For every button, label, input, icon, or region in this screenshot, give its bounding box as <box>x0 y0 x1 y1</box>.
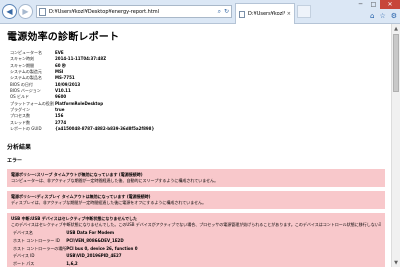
browser-tab[interactable]: D:¥Users¥kozl¥Deskto... × <box>235 3 295 24</box>
scroll-down-icon[interactable]: ▼ <box>392 258 400 267</box>
maximize-button[interactable]: □ <box>367 0 380 9</box>
error-description: このデバイスはセレクティブ中断状態になりませんでした。このUSB デバイスがアク… <box>11 222 381 228</box>
address-tools: ⌕ ↻ <box>218 8 229 16</box>
usb-device-row-value: PCI\VEN_8086&DEV_1E2D <box>66 238 124 244</box>
usb-device-row-key: ポート パス <box>13 260 35 266</box>
address-text[interactable]: D:¥Users¥kozl¥Desktop¥energy-report.html <box>49 9 159 15</box>
page-icon <box>39 7 46 16</box>
error-description: ディスプレイは、非アクティブな期間が一定時間経過した後に電源をオフにするように構… <box>11 200 207 206</box>
address-bar[interactable]: D:¥Users¥kozl¥Desktop¥energy-report.html… <box>36 5 232 18</box>
back-button[interactable]: ◀ <box>2 4 17 19</box>
usb-device-table: デバイス名 USB Data For Modem ホスト コントローラー ID PCI… <box>13 229 138 267</box>
forward-button[interactable]: ▶ <box>18 4 33 19</box>
back-arrow-icon: ◀ <box>6 6 13 16</box>
usb-device-row-key: デバイス ID <box>13 253 35 259</box>
window-controls: ─ □ ✕ <box>354 0 400 9</box>
vertical-scrollbar[interactable]: ▲ ▼ <box>391 24 400 267</box>
new-tab-button[interactable] <box>297 5 311 18</box>
scroll-thumb[interactable] <box>393 34 399 92</box>
search-icon[interactable]: ⌕ <box>218 8 221 16</box>
error-description: コンピューターは、非アクティブな期間が一定時間経過した後、自動的にスリープするよ… <box>11 178 219 184</box>
usb-device-row: ポート パス 1,6,2 <box>13 260 138 267</box>
error-item: USB 中断:USB デバイスはセレクティブ中断状態になりませんでした このデバ… <box>7 213 385 267</box>
usb-device-row-value: PCI bus 0, device 26, function 0 <box>66 245 138 251</box>
minimize-button[interactable]: ─ <box>354 0 367 9</box>
page-content: 電源効率の診断レポート コンピューター名 EVE スキャン時刻 2014-11-11T… <box>0 24 391 267</box>
usb-device-row-key: ホスト コントローラーの場所 <box>13 245 67 251</box>
settings-icon[interactable]: ⚙ <box>391 12 397 20</box>
tab-label: D:¥Users¥kozl¥Deskto... <box>248 11 285 17</box>
error-item: 電源ポリシー:ディスプレイ タイムアウトは無効になっています (電源接続時) デ… <box>7 191 385 210</box>
browser-tools: ⌂ ☆ ⚙ <box>370 12 397 20</box>
usb-device-row: ホスト コントローラーの場所 PCI bus 0, device 26, func… <box>13 245 138 253</box>
browser-toolbar: ◀ ▶ D:¥Users¥kozl¥Desktop¥energy-report.… <box>0 0 400 24</box>
info-row-value: {a4150048-8787-4882-b839-36d8f5a2f898} <box>55 126 155 132</box>
info-row-key: レポートの GUID <box>10 126 42 132</box>
tab-close-icon[interactable]: × <box>287 11 291 17</box>
favorites-icon[interactable]: ☆ <box>379 12 385 20</box>
usb-device-row-value: USB\VID_20196PID_4E27 <box>66 253 122 259</box>
usb-device-row: デバイス名 USB Data For Modem <box>13 229 138 237</box>
usb-device-row: ホスト コントローラー ID PCI\VEN_8086&DEV_1E2D <box>13 237 138 245</box>
forward-arrow-icon: ▶ <box>22 6 29 16</box>
system-info-table: コンピューター名 EVE スキャン時刻 2014-11-11T04:37:48Z スキャ… <box>10 50 154 132</box>
home-icon[interactable]: ⌂ <box>370 12 374 20</box>
usb-device-row-value: 1,6,2 <box>66 260 78 266</box>
page-title: 電源効率の診断レポート <box>7 32 120 43</box>
usb-device-row: デバイス ID USB\VID_20196PID_4E27 <box>13 252 138 260</box>
usb-device-row-value: USB Data For Modem <box>66 230 115 236</box>
info-row: レポートの GUID {a4150048-8787-4882-b839-36d8f… <box>10 126 154 132</box>
close-window-button[interactable]: ✕ <box>380 0 400 9</box>
tab-page-icon <box>239 10 245 18</box>
usb-device-row-key: ホスト コントローラー ID <box>13 238 60 244</box>
analysis-heading: 分析結果 <box>7 144 32 152</box>
errors-heading: エラー <box>7 158 23 165</box>
refresh-icon[interactable]: ↻ <box>224 8 229 16</box>
error-item: 電源ポリシー:スリープ タイムアウトが無効になっています (電源接続時) コンピ… <box>7 169 385 188</box>
scroll-up-icon[interactable]: ▲ <box>392 24 400 33</box>
usb-device-row-key: デバイス名 <box>13 230 33 236</box>
